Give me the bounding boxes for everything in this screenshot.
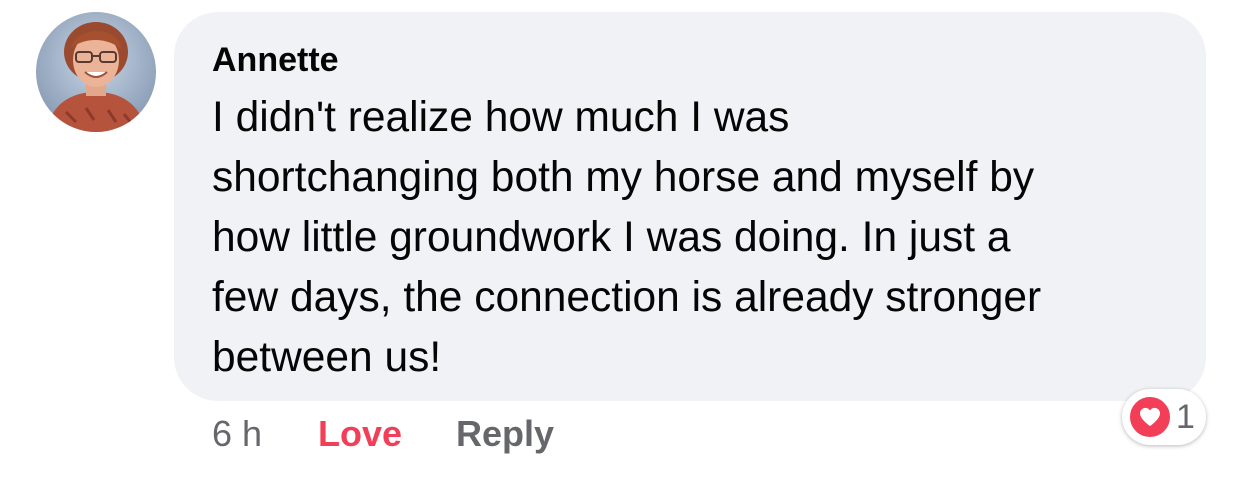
comment-bubble[interactable]: Annette I didn't realize how much I was … [174,12,1206,401]
profile-photo [36,12,156,132]
comment-author[interactable]: Annette [212,40,339,80]
comment-text: I didn't realize how much I was shortcha… [212,88,1192,388]
comment-text-line: shortchanging both my horse and myself b… [212,154,1035,201]
comment-timestamp[interactable]: 6 h [212,410,262,458]
reply-button[interactable]: Reply [456,410,554,458]
love-button[interactable]: Love [318,410,402,458]
avatar[interactable] [36,12,156,132]
comment-text-line: few days, the connection is already stro… [212,274,1042,321]
reaction-count: 1 [1176,398,1195,436]
reaction-summary[interactable]: 1 [1122,389,1206,445]
heart-icon [1128,395,1172,439]
comment-text-line: how little groundwork I was doing. In ju… [212,214,1011,261]
comment-text-line: between us! [212,334,442,381]
comment-text-line: I didn't realize how much I was [212,94,790,141]
